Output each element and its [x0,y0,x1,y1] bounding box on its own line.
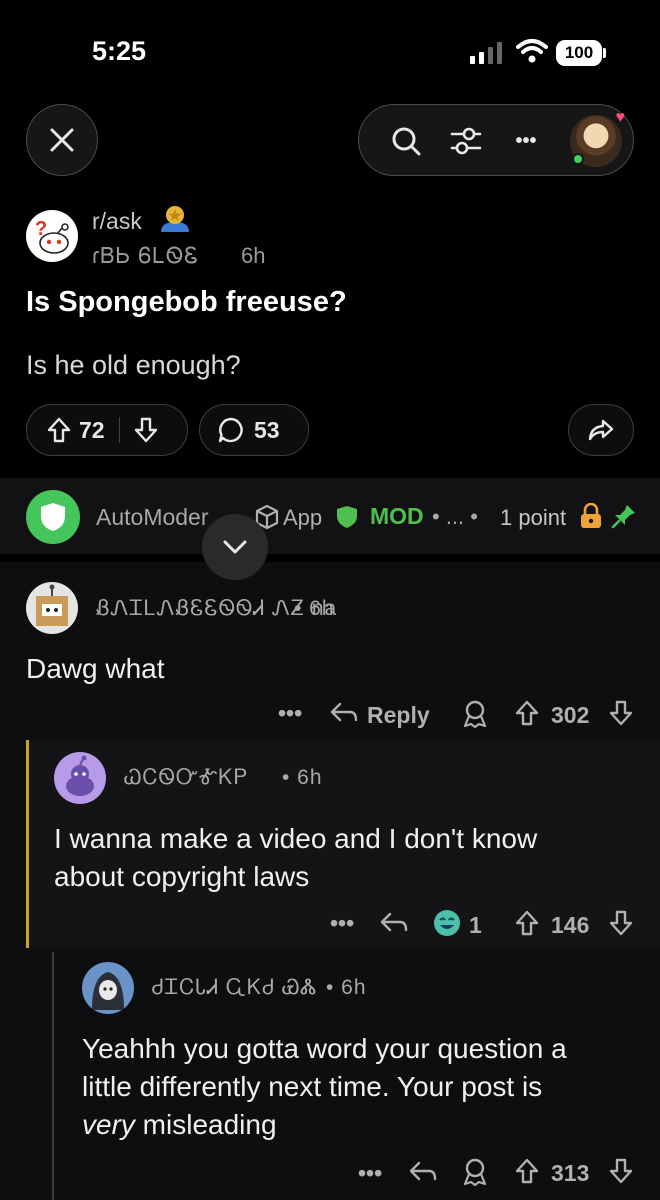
comment-text-line: little differently next time. Your post … [82,1071,543,1102]
downvote-icon[interactable] [609,910,633,936]
laughing-award-icon [434,910,460,936]
reply-icon[interactable] [380,911,408,935]
wifi-icon [516,39,548,63]
downvote-icon[interactable] [609,1158,633,1184]
achievement-badge-icon [161,206,189,232]
post-vote-control: 72 [26,404,188,456]
automod-username[interactable]: AutoModer [96,504,209,531]
upvote-icon[interactable] [47,417,71,443]
comment-text-line: I wanna make a video and I don't know [54,823,538,854]
comment-avatar[interactable] [82,962,134,1014]
reddit-snoo-icon [66,755,94,796]
post-body: Is he old enough? [26,350,241,380]
post-separator [0,466,660,478]
upvote-icon[interactable] [515,700,539,726]
reply-button[interactable]: Reply [367,702,430,729]
comment-score: 302 [551,702,590,728]
comment-count: 53 [254,416,280,443]
downvote-icon[interactable] [609,700,633,726]
reply-icon[interactable] [409,1160,437,1184]
reddit-snoo-icon: ? [35,218,69,254]
upvote-icon[interactable] [515,1158,539,1184]
comment-score: 146 [551,912,590,938]
comment-text-line: very misleading [82,1106,277,1144]
cellular-signal-icon [470,42,502,64]
post-toolbar: ••• ♥ [358,104,634,176]
svg-text:?: ? [35,218,47,240]
comment-time: • 6h [326,976,367,999]
user-avatar-button[interactable]: ♥ [563,105,629,177]
lock-icon [581,503,601,528]
comment-more-button[interactable]: ••• [358,1160,382,1187]
comment-bubble-icon [218,417,243,443]
shield-icon [41,503,65,531]
comment-more-button[interactable]: ••• [278,700,302,727]
search-icon [392,127,421,156]
award-icon[interactable] [462,1158,488,1186]
status-time: 5:25 [92,36,147,66]
search-button[interactable] [373,105,439,177]
post-score: 72 [79,416,105,443]
award-icon[interactable] [462,700,488,728]
reply-icon[interactable] [330,701,358,725]
automod-points: 1 point [500,505,567,530]
close-icon [50,128,74,152]
comment-more-button[interactable]: ••• [330,910,354,937]
app-label: App [283,505,323,530]
comment-emphasis: very [82,1109,135,1140]
comment-avatar[interactable] [54,752,106,804]
heart-icon: ♥ [615,109,626,126]
post-author[interactable]: ɾᏴᏏ ᏮᏞᏫᏋ [92,243,199,269]
close-button[interactable] [26,104,98,176]
mod-shield-icon [337,506,357,528]
share-button[interactable] [568,404,634,456]
online-status-dot [572,153,584,165]
comment-text-line: about copyright laws [54,861,310,892]
mod-label: MOD [370,503,424,529]
comment-author-handle: ᏰᏁᏆᏞᏁᏰᏋᏋᏫᏫᏗ ᏁᏃ [96,597,305,620]
subreddit-avatar[interactable]: ? [26,210,78,262]
comment-author[interactable]: ᏇᏟᏫᏅᎹᏦᏢ [124,766,248,790]
battery-tip [603,48,606,58]
chevron-down-icon [223,540,247,554]
collapse-comment-button[interactable] [202,514,268,580]
more-options-button[interactable]: ••• [493,105,559,177]
downvote-icon[interactable] [134,417,158,443]
comment-time: • 6h [282,766,323,789]
comment-text-rest: misleading [134,1109,277,1140]
automod-separator [0,554,660,562]
sort-filter-button[interactable] [433,105,499,177]
thread-line [52,952,54,1200]
comment-score: 313 [551,1160,590,1186]
avatar: ♥ [570,109,625,167]
upvote-icon[interactable] [515,910,539,936]
comment-avatar[interactable] [26,582,78,634]
comment-text: Dawg what [26,653,165,684]
comments-button[interactable]: 53 [199,404,309,456]
share-icon [588,419,614,441]
automod-separator-dots: • ... • [432,504,478,529]
post-time: 6h [241,243,266,268]
award-count: 1 [469,912,482,938]
robot-avatar-icon [36,584,68,626]
comment-author[interactable]: ᏧᏆᏟᏓᏗ ᏩᏦᏧ ᏯᏜ [152,976,318,1000]
battery-indicator: 100 [556,40,602,66]
subreddit-name[interactable]: r/ask [92,208,142,235]
comment-text-line: Yeahhh you gotta word your question a [82,1033,567,1064]
vote-divider [118,417,121,443]
post-title: Is Spongebob freeuse? [26,286,347,318]
filter-icon [450,127,482,155]
pin-icon [611,505,635,529]
hooded-avatar-icon [92,972,124,1010]
automod-avatar [26,490,80,544]
thread-line-highlight [26,740,29,948]
comment-time: • 6h [294,597,335,620]
